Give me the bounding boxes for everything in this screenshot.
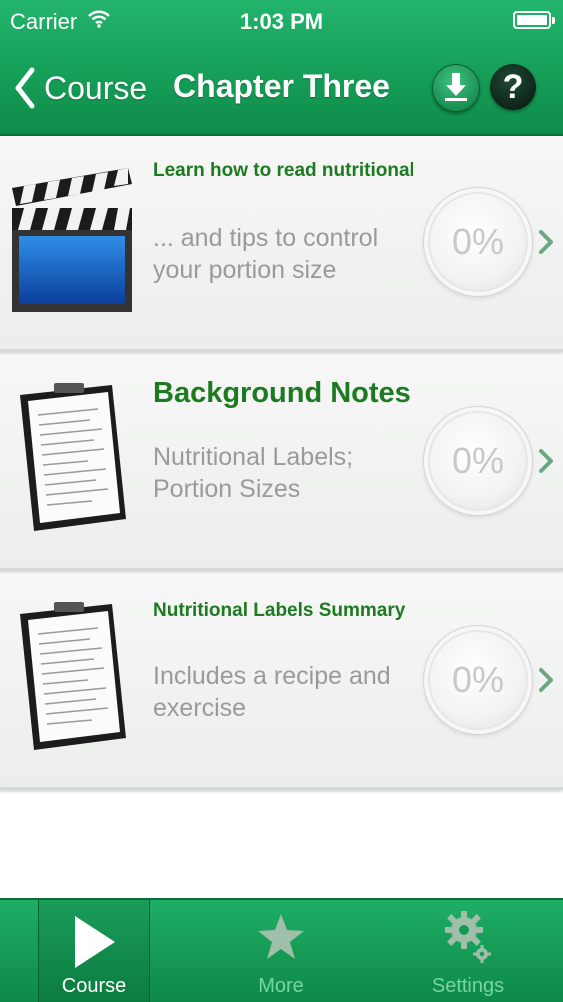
item-title: Learn how to read nutritional l... <box>153 160 413 181</box>
item-description-line: your portion size <box>153 256 337 284</box>
back-button-label: Course <box>44 69 148 106</box>
clapperboard-icon <box>12 168 132 312</box>
list-item[interactable]: Background Notes Nutritional Labels; Por… <box>0 355 563 571</box>
progress-badge: 0% <box>430 413 526 509</box>
back-button[interactable]: Course <box>10 64 147 112</box>
item-description-line: ... and tips to control <box>153 224 379 252</box>
clipboard-notes-icon <box>20 383 126 531</box>
download-icon <box>445 73 467 101</box>
chapter-items-list: Learn how to read nutritional l... ... a… <box>0 136 563 790</box>
item-description-line: Nutritional Labels; <box>153 443 354 471</box>
tab-label: Settings <box>431 975 505 997</box>
play-icon <box>75 916 115 968</box>
chevron-right-icon <box>539 668 553 692</box>
list-item[interactable]: Learn how to read nutritional l... ... a… <box>0 136 563 352</box>
list-item[interactable]: Nutritional Labels Summary Includes a re… <box>0 574 563 790</box>
tab-settings[interactable]: Settings <box>410 900 526 1002</box>
download-button[interactable] <box>432 64 480 112</box>
tab-bar: Course More Settings <box>0 898 563 1002</box>
tab-course[interactable]: Course <box>38 900 150 1002</box>
chevron-right-icon <box>539 230 553 254</box>
page-title: Chapter Three <box>173 68 390 104</box>
clock: 1:03 PM <box>239 9 324 34</box>
help-button[interactable]: ? <box>490 64 536 110</box>
question-mark-icon: ? <box>502 68 524 106</box>
tab-label: Course <box>61 975 127 997</box>
tab-label: More <box>258 975 304 997</box>
item-description-line: Portion Sizes <box>153 475 301 503</box>
item-description: Nutritional Labels; Portion Sizes <box>153 441 413 505</box>
progress-badge: 0% <box>430 194 526 290</box>
status-bar: Carrier 1:03 PM <box>0 0 563 44</box>
star-icon <box>258 914 304 959</box>
chevron-left-icon <box>15 67 35 109</box>
gear-icon <box>445 911 491 963</box>
item-title: Background Notes <box>153 377 411 409</box>
chevron-right-icon <box>539 449 553 473</box>
item-description-line: exercise <box>153 694 247 722</box>
navigation-bar: Carrier 1:03 PM Course Chapter Three ? <box>0 0 563 136</box>
item-description: ... and tips to control your portion siz… <box>153 222 413 286</box>
item-title: Nutritional Labels Summary <box>153 600 406 621</box>
item-description: Includes a recipe and exercise <box>153 660 413 724</box>
battery-icon <box>513 11 555 29</box>
tab-more[interactable]: More <box>226 900 336 1002</box>
clipboard-notes-icon <box>20 602 126 750</box>
progress-badge: 0% <box>430 632 526 728</box>
item-description-line: Includes a recipe and <box>153 662 391 690</box>
